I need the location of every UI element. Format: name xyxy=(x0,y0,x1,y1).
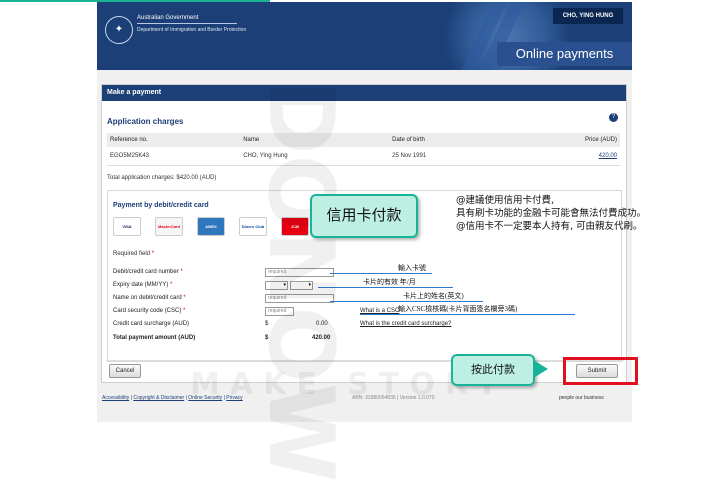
total-payment-label: Total payment amount (AUD) xyxy=(113,335,196,341)
accessibility-link[interactable]: Accessibility xyxy=(102,395,129,401)
annotation-underline xyxy=(330,273,432,274)
label-text: Name on debit/credit card xyxy=(113,295,182,301)
annotation-underline xyxy=(330,301,483,302)
expiry-year-select[interactable]: ▾ xyxy=(290,281,313,290)
header-banner: ✦ Australian Government Department of Im… xyxy=(97,2,632,70)
footer-separator: | xyxy=(223,395,225,401)
csc-annotation: 輸入CSC檢核碼(卡片背面簽名欄旁3碼) xyxy=(398,305,518,313)
label-text: Debit/credit card number xyxy=(113,269,179,275)
name-annotation: 卡片上的姓名(英文) xyxy=(403,292,464,300)
card-header: Make a payment xyxy=(102,85,626,101)
card-number-input[interactable]: required xyxy=(265,268,334,277)
required-note-text: Required field xyxy=(113,251,151,257)
expiry-annotation: 卡片的有效 年/月 xyxy=(363,278,416,286)
coat-of-arms-icon: ✦ xyxy=(105,16,133,44)
footer-separator: | xyxy=(130,395,132,401)
department-name: Department of Immigration and Border Pro… xyxy=(137,27,247,33)
surcharge-value: 0.00 xyxy=(316,321,328,327)
footer-separator: | xyxy=(185,395,187,401)
csc-input[interactable]: required xyxy=(265,307,294,316)
annotation-underline xyxy=(318,287,453,288)
cancel-button[interactable]: Cancel xyxy=(109,364,141,378)
csc-label: Card security code (CSC) * xyxy=(113,308,186,314)
cell-ref: EGO5M25K43 xyxy=(107,147,241,166)
copyright-link[interactable]: Copyright & Disclaimer xyxy=(133,395,184,401)
label-text: Expiry date (MM/YY) xyxy=(113,282,169,288)
surcharge-currency: $ xyxy=(265,321,269,327)
col-dob: Date of birth xyxy=(389,133,508,147)
col-ref: Reference no. xyxy=(107,133,241,147)
col-name: Name xyxy=(240,133,390,147)
note-line-2: 具有刷卡功能的金融卡可能會無法付費成功。 xyxy=(456,208,647,219)
user-name-badge: CHO, YING HUNG xyxy=(553,8,623,24)
total-payment-value: 420.00 xyxy=(312,335,331,341)
card-number-annotation: 輸入卡號 xyxy=(398,264,426,272)
total-charges: Total application charges: $420.00 (AUD) xyxy=(107,175,217,181)
price-link[interactable]: 420.00 xyxy=(599,153,617,159)
note-line-3: @信用卡不一定要本人持有, 可由親友代刷。 xyxy=(456,221,643,232)
cell-dob: 25 Nov 1991 xyxy=(389,147,508,166)
annotation-underline xyxy=(360,314,575,315)
click-to-pay-callout: 按此付款 xyxy=(451,354,535,386)
col-price: Price (AUD) xyxy=(507,133,620,147)
note-line-1: @建議使用信用卡付費, xyxy=(456,195,555,206)
diners-icon: Diners Club xyxy=(239,217,267,236)
card-name-input[interactable]: required xyxy=(265,294,334,303)
expiry-month-select[interactable]: ▾ xyxy=(265,281,288,290)
submit-highlight-box xyxy=(563,357,638,385)
footer-links: Accessibility | Copyright & Disclaimer |… xyxy=(102,395,243,401)
help-icon[interactable]: ? xyxy=(609,113,618,122)
expiry-label: Expiry date (MM/YY) * xyxy=(113,282,173,288)
amex-icon: AMEX xyxy=(197,217,225,236)
cell-name: CHO, Ying Hung xyxy=(240,147,390,166)
gov-divider xyxy=(137,23,237,24)
visa-icon: VISA xyxy=(113,217,141,236)
card-name-label: Name on debit/credit card * xyxy=(113,295,186,301)
table-row: EGO5M25K43 CHO, Ying Hung 25 Nov 1991 42… xyxy=(107,147,620,166)
surcharge-help-link[interactable]: What is the credit card surcharge? xyxy=(360,321,451,327)
gov-name: Australian Government xyxy=(137,15,199,21)
jcb-icon: JCB xyxy=(281,217,309,236)
section-title: Application charges xyxy=(107,117,184,126)
required-note: Required field * xyxy=(113,251,155,257)
surcharge-label: Credit card surcharge (AUD) xyxy=(113,321,190,327)
charges-table: Reference no. Name Date of birth Price (… xyxy=(107,133,620,166)
arrow-right-icon xyxy=(535,361,548,377)
abn-version: ABN: 33380054835 | Version 1.0.070 xyxy=(352,395,435,401)
banner-title: Online payments xyxy=(497,42,632,66)
credit-card-callout: 信用卡付款 xyxy=(310,194,418,238)
total-currency: $ xyxy=(265,335,269,341)
payment-notes: @建議使用信用卡付費, 具有刷卡功能的金融卡可能會無法付費成功。 @信用卡不一定… xyxy=(456,194,646,233)
payment-title: Payment by debit/credit card xyxy=(113,202,209,209)
privacy-link[interactable]: Privacy xyxy=(226,395,242,401)
people-our-business: people our business xyxy=(559,395,604,401)
card-number-label: Debit/credit card number * xyxy=(113,269,183,275)
mastercard-icon: MasterCard xyxy=(155,217,183,236)
online-security-link[interactable]: Online Security xyxy=(188,395,222,401)
label-text: Card security code (CSC) xyxy=(113,308,182,314)
